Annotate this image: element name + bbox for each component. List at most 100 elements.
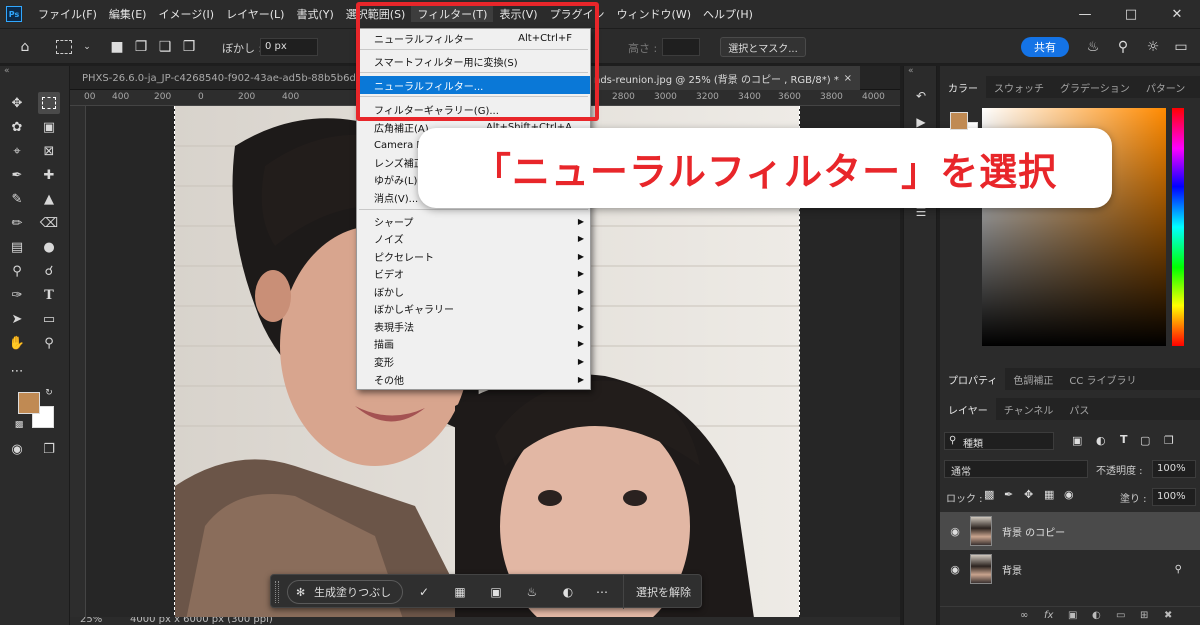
menu-item-other[interactable]: その他 ▶ (357, 370, 590, 388)
mask-icon[interactable]: ▣ (487, 583, 505, 601)
opacity-input[interactable]: 100% (1152, 460, 1196, 478)
object-select-tool-icon[interactable]: ▣ (38, 116, 60, 138)
marquee-preset-icon[interactable] (56, 40, 72, 54)
tab-channels[interactable]: チャンネル (996, 398, 1062, 420)
filter-adjustment-icon[interactable]: ◐ (1096, 434, 1106, 447)
chevron-down-icon[interactable]: ⌄ (78, 38, 96, 56)
eye-icon[interactable]: ◉ (948, 524, 962, 538)
deselect-button[interactable]: 選択を解除 (623, 575, 703, 609)
layer-row[interactable]: ◉ 背景 ⚲ (940, 550, 1200, 588)
color-panel-foreground-swatch[interactable] (950, 112, 968, 130)
dodge-tool-icon[interactable]: ⚲ (6, 260, 28, 282)
lock-artboard-icon[interactable]: ▦ (1044, 488, 1054, 501)
filter-type-icon[interactable]: T (1120, 433, 1128, 446)
more-tools-icon[interactable]: ⋯ (6, 360, 28, 382)
menu-window[interactable]: ウィンドウ(W) (611, 6, 697, 22)
menu-item-blur[interactable]: ぼかし ▶ (357, 282, 590, 300)
add-selection-icon[interactable]: ❐ (132, 38, 150, 56)
zoom-tool-icon[interactable]: ⚲ (38, 332, 60, 354)
menu-file[interactable]: ファイル(F) (32, 6, 103, 22)
tab-document-1[interactable]: PHXS-26.6.0-ja_JP-c4268540-f902-43ae-ad5… (70, 66, 360, 90)
tab-swatches[interactable]: スウォッチ (986, 76, 1052, 98)
brush-tool-icon[interactable]: ✎ (6, 188, 28, 210)
subtract-selection-icon[interactable]: ❑ (156, 38, 174, 56)
hand-tool-icon[interactable]: ✋ (6, 332, 28, 354)
menu-type[interactable]: 書式(Y) (290, 6, 339, 22)
pen-tool-icon[interactable]: ✑ (6, 284, 28, 306)
history-brush-tool-icon[interactable]: ✏ (6, 212, 28, 234)
transform-selection-icon[interactable]: ▦ (451, 583, 469, 601)
select-and-mask-button[interactable]: 選択とマスク... (720, 37, 806, 57)
menu-item-sharpen[interactable]: シャープ ▶ (357, 212, 590, 230)
menu-image[interactable]: イメージ(I) (152, 6, 220, 22)
path-select-tool-icon[interactable]: ➤ (6, 308, 28, 330)
crop-tool-icon[interactable]: ⌖ (6, 140, 28, 162)
swap-colors-icon[interactable]: ↻ (42, 386, 56, 400)
type-tool-icon[interactable]: T (38, 284, 60, 306)
bell-icon[interactable]: ♨ (1084, 38, 1102, 56)
new-selection-icon[interactable]: ■ (108, 38, 126, 56)
tab-patterns[interactable]: パターン (1138, 76, 1194, 98)
add-mask-icon[interactable]: ▣ (1068, 610, 1077, 621)
tab-gradients[interactable]: グラデーション (1052, 76, 1138, 98)
new-group-icon[interactable]: ▭ (1116, 610, 1125, 621)
default-colors-icon[interactable]: ▩ (12, 418, 26, 432)
fx-icon[interactable]: fx (1044, 610, 1053, 621)
drag-handle-icon[interactable] (275, 581, 279, 603)
new-adjustment-icon[interactable]: ◐ (1092, 610, 1101, 621)
lock-transparent-icon[interactable]: ▩ (984, 488, 994, 501)
menu-help[interactable]: ヘルプ(H) (697, 6, 759, 22)
rectangle-tool-icon[interactable]: ▭ (38, 308, 60, 330)
frame-tool-icon[interactable]: ⊠ (38, 140, 60, 162)
tab-cc-libraries[interactable]: CC ライブラリ (1061, 368, 1144, 390)
lightbulb-icon[interactable]: ☼ (1144, 38, 1162, 56)
more-options-icon[interactable]: ⋯ (593, 583, 611, 601)
close-window-icon[interactable]: ✕ (1154, 0, 1200, 28)
feather-input[interactable]: 0 px (260, 38, 318, 56)
generative-fill-button[interactable]: ✻ 生成塗りつぶし (287, 580, 403, 604)
select-subject-icon[interactable]: ✓ (415, 583, 433, 601)
healing-brush-tool-icon[interactable]: ✚ (38, 164, 60, 186)
filter-smart-object-icon[interactable]: ❐ (1164, 434, 1174, 447)
rect-marquee-tool-icon[interactable] (38, 92, 60, 114)
link-layers-icon[interactable]: ∞ (1020, 610, 1028, 621)
menu-item-blur-gallery[interactable]: ぼかしギャラリー ▶ (357, 299, 590, 317)
workspace-icon[interactable]: ▭ (1172, 38, 1190, 56)
blend-mode-select[interactable]: 通常 (944, 460, 1088, 478)
screen-mode-icon[interactable]: ❐ (38, 438, 60, 460)
collapse-icon[interactable]: « (4, 66, 10, 76)
tab-paths[interactable]: パス (1061, 398, 1097, 420)
maximize-icon[interactable]: □ (1108, 0, 1154, 28)
foreground-color-swatch[interactable] (18, 392, 40, 414)
menu-item-stylize[interactable]: 表現手法 ▶ (357, 317, 590, 335)
close-tab-icon[interactable]: × (844, 73, 852, 84)
share-button[interactable]: 共有 (1021, 37, 1069, 57)
eyedropper-tool-icon[interactable]: ✒ (6, 164, 28, 186)
history-icon[interactable]: ↶ (911, 86, 931, 106)
menu-item-video[interactable]: ビデオ ▶ (357, 264, 590, 282)
blur-tool-icon[interactable]: ● (38, 236, 60, 258)
fill-bucket-icon[interactable]: ♨ (523, 583, 541, 601)
quick-mask-icon[interactable]: ◉ (6, 438, 28, 460)
new-layer-icon[interactable]: ⊞ (1140, 610, 1148, 621)
zoom-lens-tool-icon[interactable]: ☌ (38, 260, 60, 282)
hue-slider[interactable] (1172, 108, 1184, 346)
menu-item-noise[interactable]: ノイズ ▶ (357, 229, 590, 247)
clone-stamp-tool-icon[interactable]: ▲ (38, 188, 60, 210)
trash-icon[interactable]: ✖ (1164, 610, 1172, 621)
layer-kind-filter[interactable]: ⚲ 種類 (944, 432, 1054, 450)
adjustment-icon[interactable]: ◐ (559, 583, 577, 601)
tab-properties[interactable]: プロパティ (940, 368, 1006, 390)
fill-input[interactable]: 100% (1152, 488, 1196, 506)
move-tool-icon[interactable]: ✥ (6, 92, 28, 114)
gradient-tool-icon[interactable]: ▤ (6, 236, 28, 258)
menu-edit[interactable]: 編集(E) (103, 6, 153, 22)
home-icon[interactable]: ⌂ (16, 38, 34, 56)
height-input[interactable] (662, 38, 700, 56)
filter-pixel-icon[interactable]: ▣ (1072, 434, 1082, 447)
eraser-tool-icon[interactable]: ⌫ (38, 212, 60, 234)
tab-document-2[interactable]: nds-reunion.jpg @ 25% (背景 のコピー , RGB/8*)… (590, 66, 860, 90)
search-icon[interactable]: ⚲ (1114, 38, 1132, 56)
menu-item-pixelate[interactable]: ピクセレート ▶ (357, 247, 590, 265)
tab-color[interactable]: カラー (940, 76, 986, 98)
